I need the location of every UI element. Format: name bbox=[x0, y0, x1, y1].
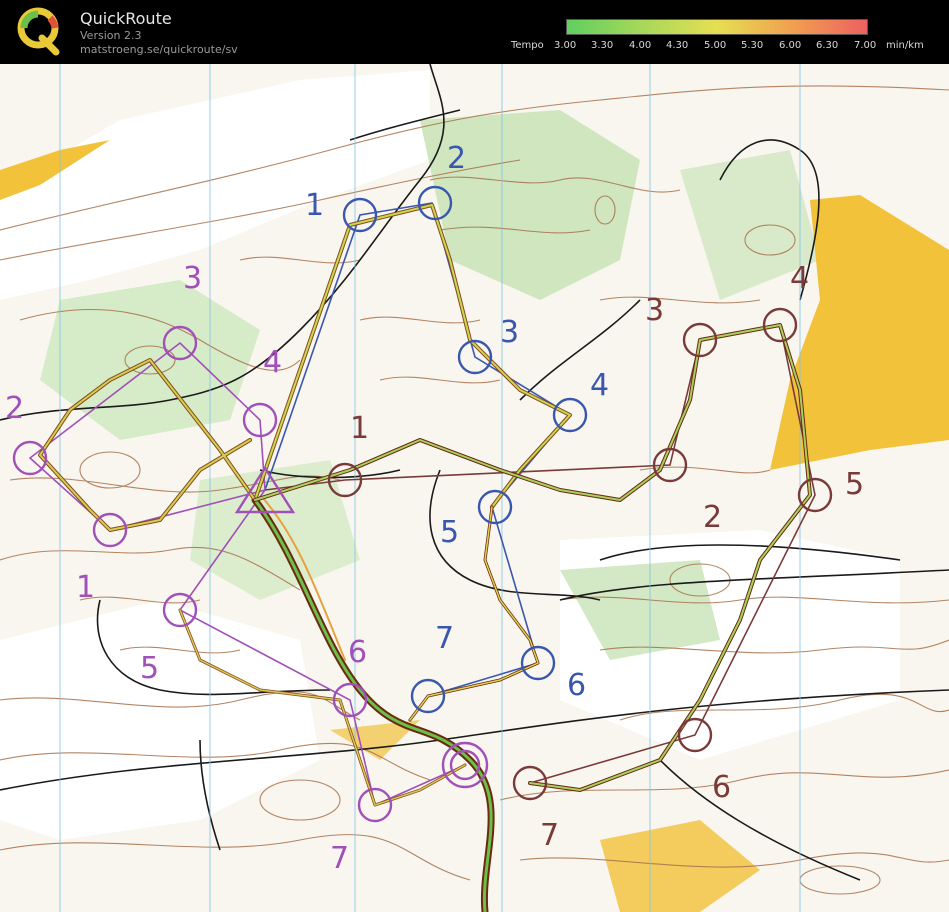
maroon-control-7-number: 7 bbox=[540, 818, 559, 853]
tempo-tick: 5.30 bbox=[741, 40, 764, 51]
app-url: matstroeng.se/quickroute/sv bbox=[80, 43, 238, 56]
blue-control-4-number: 4 bbox=[590, 368, 609, 403]
maroon-control-4-number: 4 bbox=[790, 261, 809, 296]
tempo-tick: 6.30 bbox=[816, 40, 839, 51]
maroon-control-3-number: 3 bbox=[645, 293, 664, 328]
blue-control-6-number: 6 bbox=[567, 668, 586, 703]
tempo-tick: 6.00 bbox=[779, 40, 802, 51]
maroon-control-1-number: 1 bbox=[350, 411, 369, 446]
tempo-tick: 4.30 bbox=[666, 40, 689, 51]
tempo-unit: min/km bbox=[886, 40, 924, 51]
map-canvas[interactable]: 1 2 3 4 5 6 7 1 2 3 4 5 6 7 1 2 3 4 5 6 bbox=[0, 64, 949, 912]
purple-control-7-number: 7 bbox=[330, 841, 349, 876]
tempo-tick: 3.00 bbox=[554, 40, 577, 51]
tempo-tick: 3.30 bbox=[591, 40, 614, 51]
blue-control-3-number: 3 bbox=[500, 315, 519, 350]
app-title: QuickRoute bbox=[80, 9, 172, 28]
maroon-control-2-number: 2 bbox=[703, 500, 722, 535]
orienteering-map[interactable]: 1 2 3 4 5 6 7 1 2 3 4 5 6 7 1 2 3 4 5 6 bbox=[0, 64, 949, 912]
tempo-color-scale bbox=[566, 19, 868, 35]
purple-control-2-number: 2 bbox=[5, 391, 24, 426]
tempo-tick: 4.00 bbox=[629, 40, 652, 51]
tempo-tick: 5.00 bbox=[704, 40, 727, 51]
blue-control-2-number: 2 bbox=[447, 141, 466, 176]
tempo-label: Tempo bbox=[511, 40, 544, 51]
blue-control-7-number: 7 bbox=[435, 621, 454, 656]
purple-control-5-number: 5 bbox=[140, 651, 159, 686]
quickroute-logo-icon bbox=[17, 7, 60, 56]
purple-control-1-number: 1 bbox=[76, 570, 95, 605]
purple-control-6-number: 6 bbox=[348, 635, 367, 670]
tempo-tick: 7.00 bbox=[854, 40, 877, 51]
maroon-control-6-number: 6 bbox=[712, 770, 731, 805]
blue-control-1-number: 1 bbox=[305, 188, 324, 223]
purple-control-4-number: 4 bbox=[263, 345, 282, 380]
app-version: Version 2.3 bbox=[80, 29, 142, 42]
blue-control-5-number: 5 bbox=[440, 515, 459, 550]
purple-control-3-number: 3 bbox=[183, 261, 202, 296]
quickroute-window: QuickRoute Version 2.3 matstroeng.se/qui… bbox=[0, 0, 949, 912]
header-bar: QuickRoute Version 2.3 matstroeng.se/qui… bbox=[0, 0, 949, 64]
maroon-control-5-number: 5 bbox=[845, 467, 864, 502]
